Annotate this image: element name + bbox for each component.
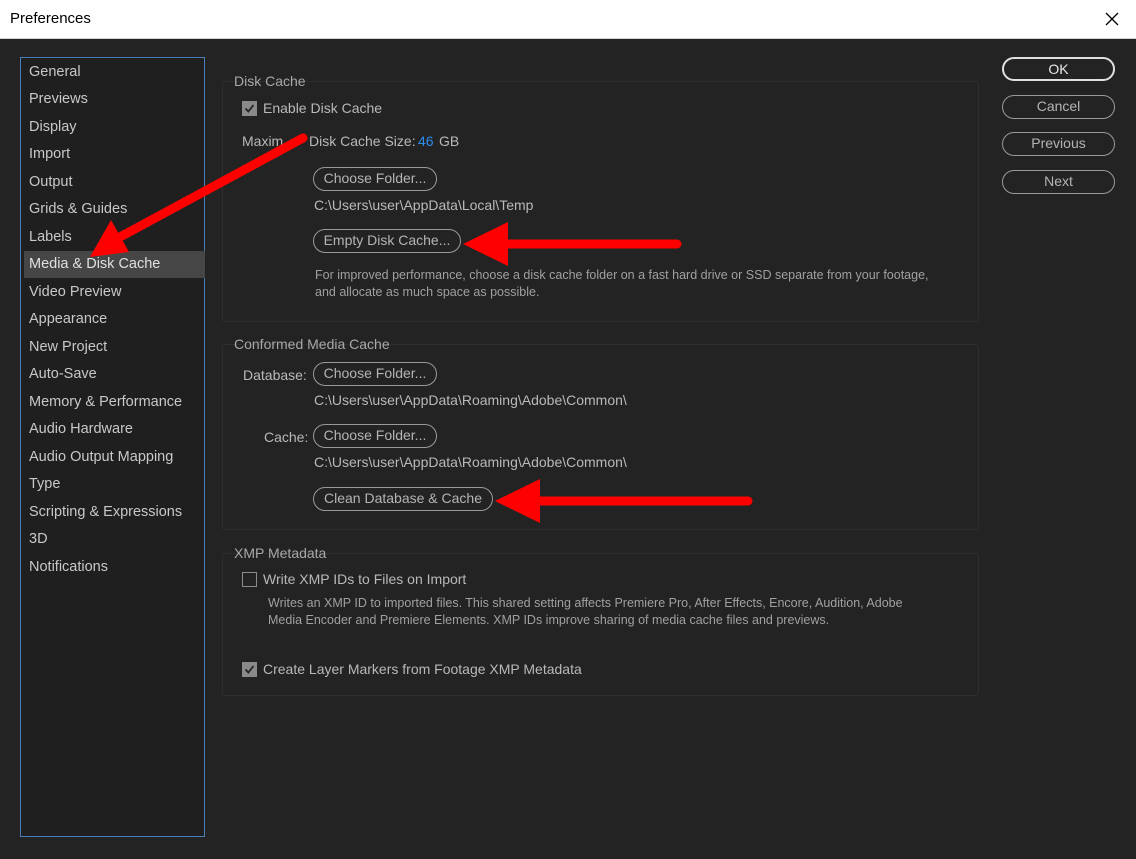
- sidebar-item-general[interactable]: General: [24, 59, 205, 86]
- write-xmp-ids-checkbox[interactable]: [242, 572, 257, 587]
- database-label: Database:: [243, 367, 307, 383]
- xmp-metadata-title: XMP Metadata: [234, 545, 327, 561]
- previous-button[interactable]: Previous: [1002, 132, 1115, 156]
- sidebar-item-3d[interactable]: 3D: [24, 526, 205, 553]
- clean-database-cache-button[interactable]: Clean Database & Cache: [313, 487, 493, 511]
- create-layer-markers-label: Create Layer Markers from Footage XMP Me…: [263, 661, 582, 677]
- sidebar-item-audio-output-mapping[interactable]: Audio Output Mapping: [24, 444, 205, 471]
- cancel-button[interactable]: Cancel: [1002, 95, 1115, 119]
- cache-choose-folder-button[interactable]: Choose Folder...: [313, 424, 437, 448]
- max-cache-size-label-start: Maxim: [242, 133, 284, 149]
- disk-cache-choose-folder-button[interactable]: Choose Folder...: [313, 167, 437, 191]
- write-xmp-ids-label: Write XMP IDs to Files on Import: [263, 571, 467, 587]
- title-bar: Preferences: [0, 0, 1136, 39]
- write-xmp-ids-desc2: Media Encoder and Premiere Elements. XMP…: [268, 613, 830, 627]
- cache-path: C:\Users\user\AppData\Roaming\Adobe\Comm…: [314, 454, 627, 470]
- sidebar-item-scripting-expressions[interactable]: Scripting & Expressions: [24, 499, 205, 526]
- checkmark-icon: [244, 104, 255, 113]
- enable-disk-cache-label: Enable Disk Cache: [263, 100, 383, 116]
- sidebar-item-type[interactable]: Type: [24, 471, 205, 498]
- sidebar-item-audio-hardware[interactable]: Audio Hardware: [24, 416, 205, 443]
- sidebar-item-new-project[interactable]: New Project: [24, 334, 205, 361]
- preferences-category-list[interactable]: General Previews Display Import Output G…: [20, 57, 205, 837]
- close-icon: [1105, 12, 1119, 26]
- sidebar-item-labels[interactable]: Labels: [24, 224, 205, 251]
- disk-cache-hint-line2: and allocate as much space as possible.: [315, 285, 540, 299]
- disk-cache-folder-path: C:\Users\user\AppData\Local\Temp: [314, 197, 534, 213]
- next-button[interactable]: Next: [1002, 170, 1115, 194]
- checkmark-icon: [244, 665, 255, 674]
- database-path: C:\Users\user\AppData\Roaming\Adobe\Comm…: [314, 392, 627, 408]
- sidebar-item-video-preview[interactable]: Video Preview: [24, 279, 205, 306]
- sidebar-item-display[interactable]: Display: [24, 114, 205, 141]
- database-choose-folder-button[interactable]: Choose Folder...: [313, 362, 437, 386]
- close-button[interactable]: [1098, 6, 1126, 32]
- enable-disk-cache-checkbox[interactable]: [242, 101, 257, 116]
- disk-cache-title: Disk Cache: [234, 73, 306, 89]
- max-cache-size-label-end: Disk Cache Size:: [309, 133, 416, 149]
- sidebar-item-auto-save[interactable]: Auto-Save: [24, 361, 205, 388]
- conformed-media-cache-title: Conformed Media Cache: [234, 336, 390, 352]
- cache-label: Cache:: [264, 429, 309, 445]
- max-cache-size-value[interactable]: 46: [418, 133, 434, 149]
- max-cache-size-unit: GB: [439, 133, 460, 149]
- sidebar-item-grids-guides[interactable]: Grids & Guides: [24, 196, 205, 223]
- window-title: Preferences: [10, 10, 91, 27]
- sidebar-item-import[interactable]: Import: [24, 141, 205, 168]
- disk-cache-hint-line1: For improved performance, choose a disk …: [315, 268, 929, 282]
- create-layer-markers-checkbox[interactable]: [242, 662, 257, 677]
- sidebar-item-memory-performance[interactable]: Memory & Performance: [24, 389, 205, 416]
- ok-button[interactable]: OK: [1002, 57, 1115, 81]
- sidebar-item-output[interactable]: Output: [24, 169, 205, 196]
- sidebar-item-appearance[interactable]: Appearance: [24, 306, 205, 333]
- sidebar-item-media-disk-cache[interactable]: Media & Disk Cache: [24, 251, 205, 278]
- empty-disk-cache-button[interactable]: Empty Disk Cache...: [313, 229, 461, 253]
- sidebar-item-previews[interactable]: Previews: [24, 86, 205, 113]
- write-xmp-ids-desc1: Writes an XMP ID to imported files. This…: [268, 596, 903, 610]
- sidebar-item-notifications[interactable]: Notifications: [24, 554, 205, 581]
